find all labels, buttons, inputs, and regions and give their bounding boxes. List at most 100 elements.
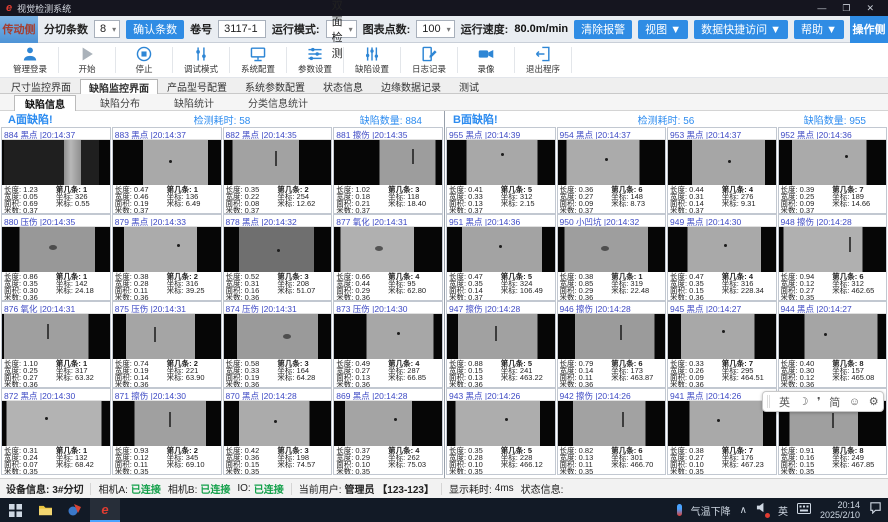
tab-edge-data-record[interactable]: 边缘数据记录 (372, 78, 450, 93)
defect-thumbnail-image[interactable] (668, 140, 776, 185)
file-explorer-button[interactable] (30, 498, 60, 522)
close-button[interactable]: ✕ (866, 3, 874, 14)
defect-thumbnail-image[interactable] (668, 401, 776, 446)
defect-thumbnail-image[interactable] (2, 227, 110, 272)
ime-toolbar[interactable]: 英 ☽ ❜ 简 ☺ ⚙ (762, 391, 884, 412)
ime-english-toggle[interactable]: 英 (779, 394, 790, 410)
defect-thumbnail-image[interactable] (558, 227, 666, 272)
pinned-app-button[interactable] (60, 498, 90, 522)
defect-cell[interactable]: 874 压伤 |20:14:31 长度: 0.58宽度: 0.33面积: 0.1… (223, 301, 333, 388)
defect-thumbnail-image[interactable] (447, 140, 555, 185)
log-record-button[interactable]: 日志记录 (403, 44, 455, 77)
record-video-button[interactable]: 录像 (460, 44, 512, 77)
subtab-defect-info[interactable]: 缺陷信息 (14, 95, 76, 111)
defect-cell[interactable]: 869 黑点 |20:14:28 长度: 0.37宽度: 0.29面积: 0.1… (333, 388, 443, 475)
ime-drag-handle[interactable] (767, 395, 770, 408)
defect-thumbnail-image[interactable] (334, 314, 442, 359)
slit-count-select[interactable]: 8▾ (94, 20, 120, 38)
defect-cell[interactable]: 880 压伤 |20:14:35 长度: 0.86宽度: 0.35面积: 0.3… (1, 214, 111, 301)
defect-thumbnail-image[interactable] (113, 227, 221, 272)
subtab-defect-statistics[interactable]: 缺陷统计 (164, 94, 224, 110)
emoji-icon[interactable]: ☺ (849, 396, 860, 408)
defect-cell[interactable]: 952 黑点 |20:14:36 长度: 0.39宽度: 0.25面积: 0.0… (778, 127, 888, 214)
tab-defect-monitor[interactable]: 缺陷监控界面 (80, 79, 158, 94)
defect-cell[interactable]: 944 黑点 |20:14:27 长度: 0.40宽度: 0.30面积: 0.1… (778, 301, 888, 388)
defect-cell[interactable]: 879 黑点 |20:14:33 长度: 0.38宽度: 0.28面积: 0.1… (112, 214, 222, 301)
defect-thumbnail-image[interactable] (224, 401, 332, 446)
defect-thumbnail-image[interactable] (779, 314, 887, 359)
defect-cell[interactable]: 947 擦伤 |20:14:28 长度: 0.88宽度: 0.15面积: 0.1… (446, 301, 556, 388)
run-mode-select[interactable]: 双面检测▾ (326, 20, 357, 38)
defect-cell[interactable]: 881 擦伤 |20:14:35 长度: 1.02宽度: 0.18面积: 0.2… (333, 127, 443, 214)
defect-thumbnail-image[interactable] (334, 140, 442, 185)
defect-cell[interactable]: 950 小凹坑 |20:14:32 长度: 0.38宽度: 0.85面积: 0.… (557, 214, 667, 301)
defect-thumbnail-image[interactable] (334, 401, 442, 446)
gear-icon[interactable]: ⚙ (869, 395, 879, 408)
defect-thumbnail-image[interactable] (2, 140, 110, 185)
maximize-button[interactable]: ❐ (842, 3, 850, 14)
defect-cell[interactable]: 872 黑点 |20:14:30 长度: 0.31宽度: 0.24面积: 0.0… (1, 388, 111, 475)
weather-text[interactable]: 气温下降 (691, 503, 731, 518)
tab-system-param-config[interactable]: 系统参数配置 (236, 78, 314, 93)
defect-thumbnail-image[interactable] (558, 401, 666, 446)
defect-thumbnail-image[interactable] (668, 314, 776, 359)
defect-cell[interactable]: 949 黑点 |20:14:30 长度: 0.47宽度: 0.35面积: 0.1… (667, 214, 777, 301)
debug-mode-button[interactable]: 调试模式 (175, 44, 227, 77)
defect-thumbnail-image[interactable] (2, 314, 110, 359)
defect-cell[interactable]: 883 黑点 |20:14:37 长度: 0.47宽度: 0.46面积: 0.1… (112, 127, 222, 214)
view-menu-button[interactable]: 视图 ▼ (638, 20, 688, 39)
defect-thumbnail-image[interactable] (224, 314, 332, 359)
defect-cell[interactable]: 943 黑点 |20:14:26 长度: 0.35宽度: 0.28面积: 0.1… (446, 388, 556, 475)
defect-cell[interactable]: 877 氧化 |20:14:31 长度: 0.66宽度: 0.44面积: 0.2… (333, 214, 443, 301)
tab-product-model-config[interactable]: 产品型号配置 (158, 78, 236, 93)
thermometer-icon[interactable] (677, 504, 682, 516)
defect-cell[interactable]: 945 黑点 |20:14:27 长度: 0.33宽度: 0.26面积: 0.0… (667, 301, 777, 388)
defect-thumbnail-image[interactable] (447, 401, 555, 446)
defect-thumbnail-image[interactable] (113, 314, 221, 359)
drive-side-tab[interactable]: 传动侧 (0, 16, 38, 43)
parameter-settings-button[interactable]: 参数设置 (289, 44, 341, 77)
defect-cell[interactable]: 941 黑点 |20:14:26 长度: 0.38宽度: 0.27面积: 0.1… (667, 388, 777, 475)
chart-points-select[interactable]: 100▾ (416, 20, 454, 38)
start-button[interactable]: 开始 (61, 44, 113, 77)
minimize-button[interactable]: — (817, 3, 826, 14)
ime-simplified-toggle[interactable]: 简 (829, 394, 840, 410)
defect-thumbnail-image[interactable] (224, 227, 332, 272)
defect-cell[interactable]: 871 擦伤 |20:14:30 长度: 0.93宽度: 0.12面积: 0.1… (112, 388, 222, 475)
moon-icon[interactable]: ☽ (799, 395, 809, 408)
help-menu-button[interactable]: 帮助 ▼ (794, 20, 844, 39)
action-center-icon[interactable] (869, 501, 882, 519)
defect-thumbnail-image[interactable] (558, 314, 666, 359)
defect-thumbnail-image[interactable] (224, 140, 332, 185)
data-quick-access-menu-button[interactable]: 数据快捷访问 ▼ (694, 20, 788, 39)
ime-language-indicator[interactable]: 英 (778, 503, 788, 518)
defect-thumbnail-image[interactable] (2, 401, 110, 446)
defect-cell[interactable]: 873 压伤 |20:14:30 长度: 0.49宽度: 0.27面积: 0.1… (333, 301, 443, 388)
tab-test[interactable]: 测试 (450, 78, 488, 93)
defect-thumbnail-image[interactable] (447, 227, 555, 272)
stop-button[interactable]: 停止 (118, 44, 170, 77)
defect-cell[interactable]: 954 黑点 |20:14:37 长度: 0.36宽度: 0.27面积: 0.0… (557, 127, 667, 214)
defect-thumbnail-image[interactable] (558, 140, 666, 185)
tray-expand-arrow[interactable]: ∧ (740, 505, 747, 516)
defect-cell[interactable]: 876 氧化 |20:14:31 长度: 1.10宽度: 0.25面积: 0.2… (1, 301, 111, 388)
defect-thumbnail-image[interactable] (668, 227, 776, 272)
defect-cell[interactable]: 878 黑点 |20:14:32 长度: 0.52宽度: 0.31面积: 0.1… (223, 214, 333, 301)
subtab-defect-distribution[interactable]: 缺陷分布 (90, 94, 150, 110)
defect-cell[interactable]: 948 擦伤 |20:14:28 长度: 0.94宽度: 0.12面积: 0.2… (778, 214, 888, 301)
exit-program-button[interactable]: 退出程序 (517, 44, 569, 77)
defect-cell[interactable]: 951 黑点 |20:14:36 长度: 0.47宽度: 0.35面积: 0.1… (446, 214, 556, 301)
ime-punctuation-toggle[interactable]: ❜ (817, 395, 821, 408)
system-config-button[interactable]: 系统配置 (232, 44, 284, 77)
roll-number-input[interactable]: 3117-1 (218, 20, 266, 38)
tab-size-monitor[interactable]: 尺寸监控界面 (2, 78, 80, 93)
defect-thumbnail-image[interactable] (779, 227, 887, 272)
defect-cell[interactable]: 870 黑点 |20:14:28 长度: 0.42宽度: 0.36面积: 0.1… (223, 388, 333, 475)
defect-thumbnail-image[interactable] (113, 140, 221, 185)
taskbar-clock[interactable]: 20:14 2025/2/10 (820, 500, 860, 520)
operate-side-tab[interactable]: 操作侧 (850, 16, 888, 43)
defect-cell[interactable]: 884 黑点 |20:14:37 长度: 1.23宽度: 0.05面积: 0.6… (1, 127, 111, 214)
defect-cell[interactable]: 946 擦伤 |20:14:28 长度: 0.79宽度: 0.14面积: 0.1… (557, 301, 667, 388)
start-button[interactable] (0, 498, 30, 522)
defect-thumbnail-image[interactable] (779, 140, 887, 185)
